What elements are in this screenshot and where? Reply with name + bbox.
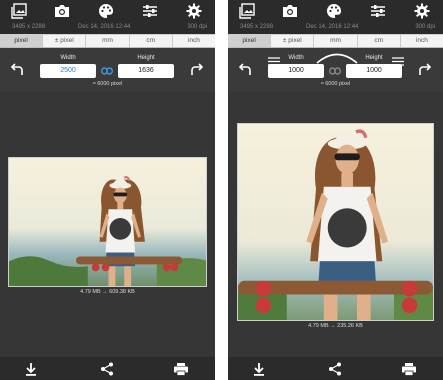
rotate-right-icon[interactable]: [416, 61, 434, 79]
tab-cm[interactable]: cm: [358, 35, 401, 47]
pixel-total: ≈ 6000 pixel: [92, 81, 123, 87]
tab-cm[interactable]: cm: [130, 35, 173, 47]
download-icon[interactable]: [22, 360, 40, 378]
unit-tabs: pixel ± pixel mm cm inch: [0, 34, 215, 48]
preview-image: [237, 123, 434, 321]
unlink-aspect-icon[interactable]: [328, 65, 342, 77]
image-dimensions: 3495 x 2288: [12, 24, 46, 30]
tab-inch[interactable]: inch: [401, 35, 443, 47]
camera-icon[interactable]: [281, 2, 299, 20]
camera-icon[interactable]: [53, 2, 71, 20]
top-toolbar: [228, 0, 443, 22]
print-icon[interactable]: [400, 360, 418, 378]
tab-plus-minus-pixel[interactable]: ± pixel: [43, 35, 87, 47]
image-dpi: 300 dpi: [187, 24, 207, 30]
image-date: Dec 14, 2016 12:44: [306, 24, 359, 30]
rotate-left-icon[interactable]: [236, 61, 254, 79]
width-input[interactable]: 1000: [268, 64, 324, 78]
gear-icon[interactable]: [413, 2, 431, 20]
link-aspect-icon[interactable]: [100, 65, 114, 77]
gallery-icon[interactable]: [10, 2, 28, 20]
preview-image: [8, 157, 207, 287]
app-screen-right: 3495 x 2288 Dec 14, 2016 12:44 300 dpi p…: [228, 0, 443, 380]
print-icon[interactable]: [172, 360, 190, 378]
image-dpi: 300 dpi: [415, 24, 435, 30]
gallery-icon[interactable]: [238, 2, 256, 20]
image-info-bar: 3495 x 2288 Dec 14, 2016 12:44 300 dpi: [0, 22, 215, 34]
top-toolbar: [0, 0, 215, 22]
pixel-total: ≈ 6000 pixel: [320, 81, 351, 87]
sliders-icon[interactable]: [141, 2, 159, 20]
tab-plus-minus-pixel[interactable]: ± pixel: [271, 35, 315, 47]
gear-icon[interactable]: [185, 2, 203, 20]
bottom-toolbar: [228, 357, 443, 380]
height-label: Height: [137, 55, 155, 61]
file-size: 4.79 MB → 609.38 KB: [80, 289, 135, 295]
rotate-left-icon[interactable]: [8, 61, 26, 79]
tab-pixel[interactable]: pixel: [228, 35, 272, 47]
height-menu-icon[interactable]: [392, 53, 404, 66]
image-info-bar: 3495 x 2288 Dec 14, 2016 12:44 300 dpi: [228, 22, 443, 34]
width-label: Width: [60, 55, 76, 61]
sliders-icon[interactable]: [369, 2, 387, 20]
download-icon[interactable]: [250, 360, 268, 378]
tab-pixel[interactable]: pixel: [0, 35, 44, 47]
file-size: 4.79 MB → 235.26 KB: [308, 323, 363, 329]
tab-inch[interactable]: inch: [173, 35, 215, 47]
app-screen-left: 3495 x 2288 Dec 14, 2016 12:44 300 dpi p…: [0, 0, 215, 380]
image-date: Dec 14, 2016 12:44: [78, 24, 131, 30]
share-icon[interactable]: [326, 360, 344, 378]
resize-controls: Width 1000 Height 1000 ≈ 6000 pixel: [228, 48, 443, 92]
height-input[interactable]: 1636: [118, 64, 174, 78]
palette-icon[interactable]: [325, 2, 343, 20]
width-input[interactable]: 2500: [40, 64, 96, 78]
tab-mm[interactable]: mm: [86, 35, 130, 47]
image-dimensions: 3495 x 2288: [240, 24, 274, 30]
unit-tabs: pixel ± pixel mm cm inch: [228, 34, 443, 48]
palette-icon[interactable]: [97, 2, 115, 20]
bottom-toolbar: [0, 357, 215, 380]
rotate-right-icon[interactable]: [188, 61, 206, 79]
share-icon[interactable]: [98, 360, 116, 378]
height-input[interactable]: 1000: [346, 64, 402, 78]
tab-mm[interactable]: mm: [314, 35, 358, 47]
resize-controls: Width 2500 Height 1636 ≈ 6000 pixel: [0, 48, 215, 92]
